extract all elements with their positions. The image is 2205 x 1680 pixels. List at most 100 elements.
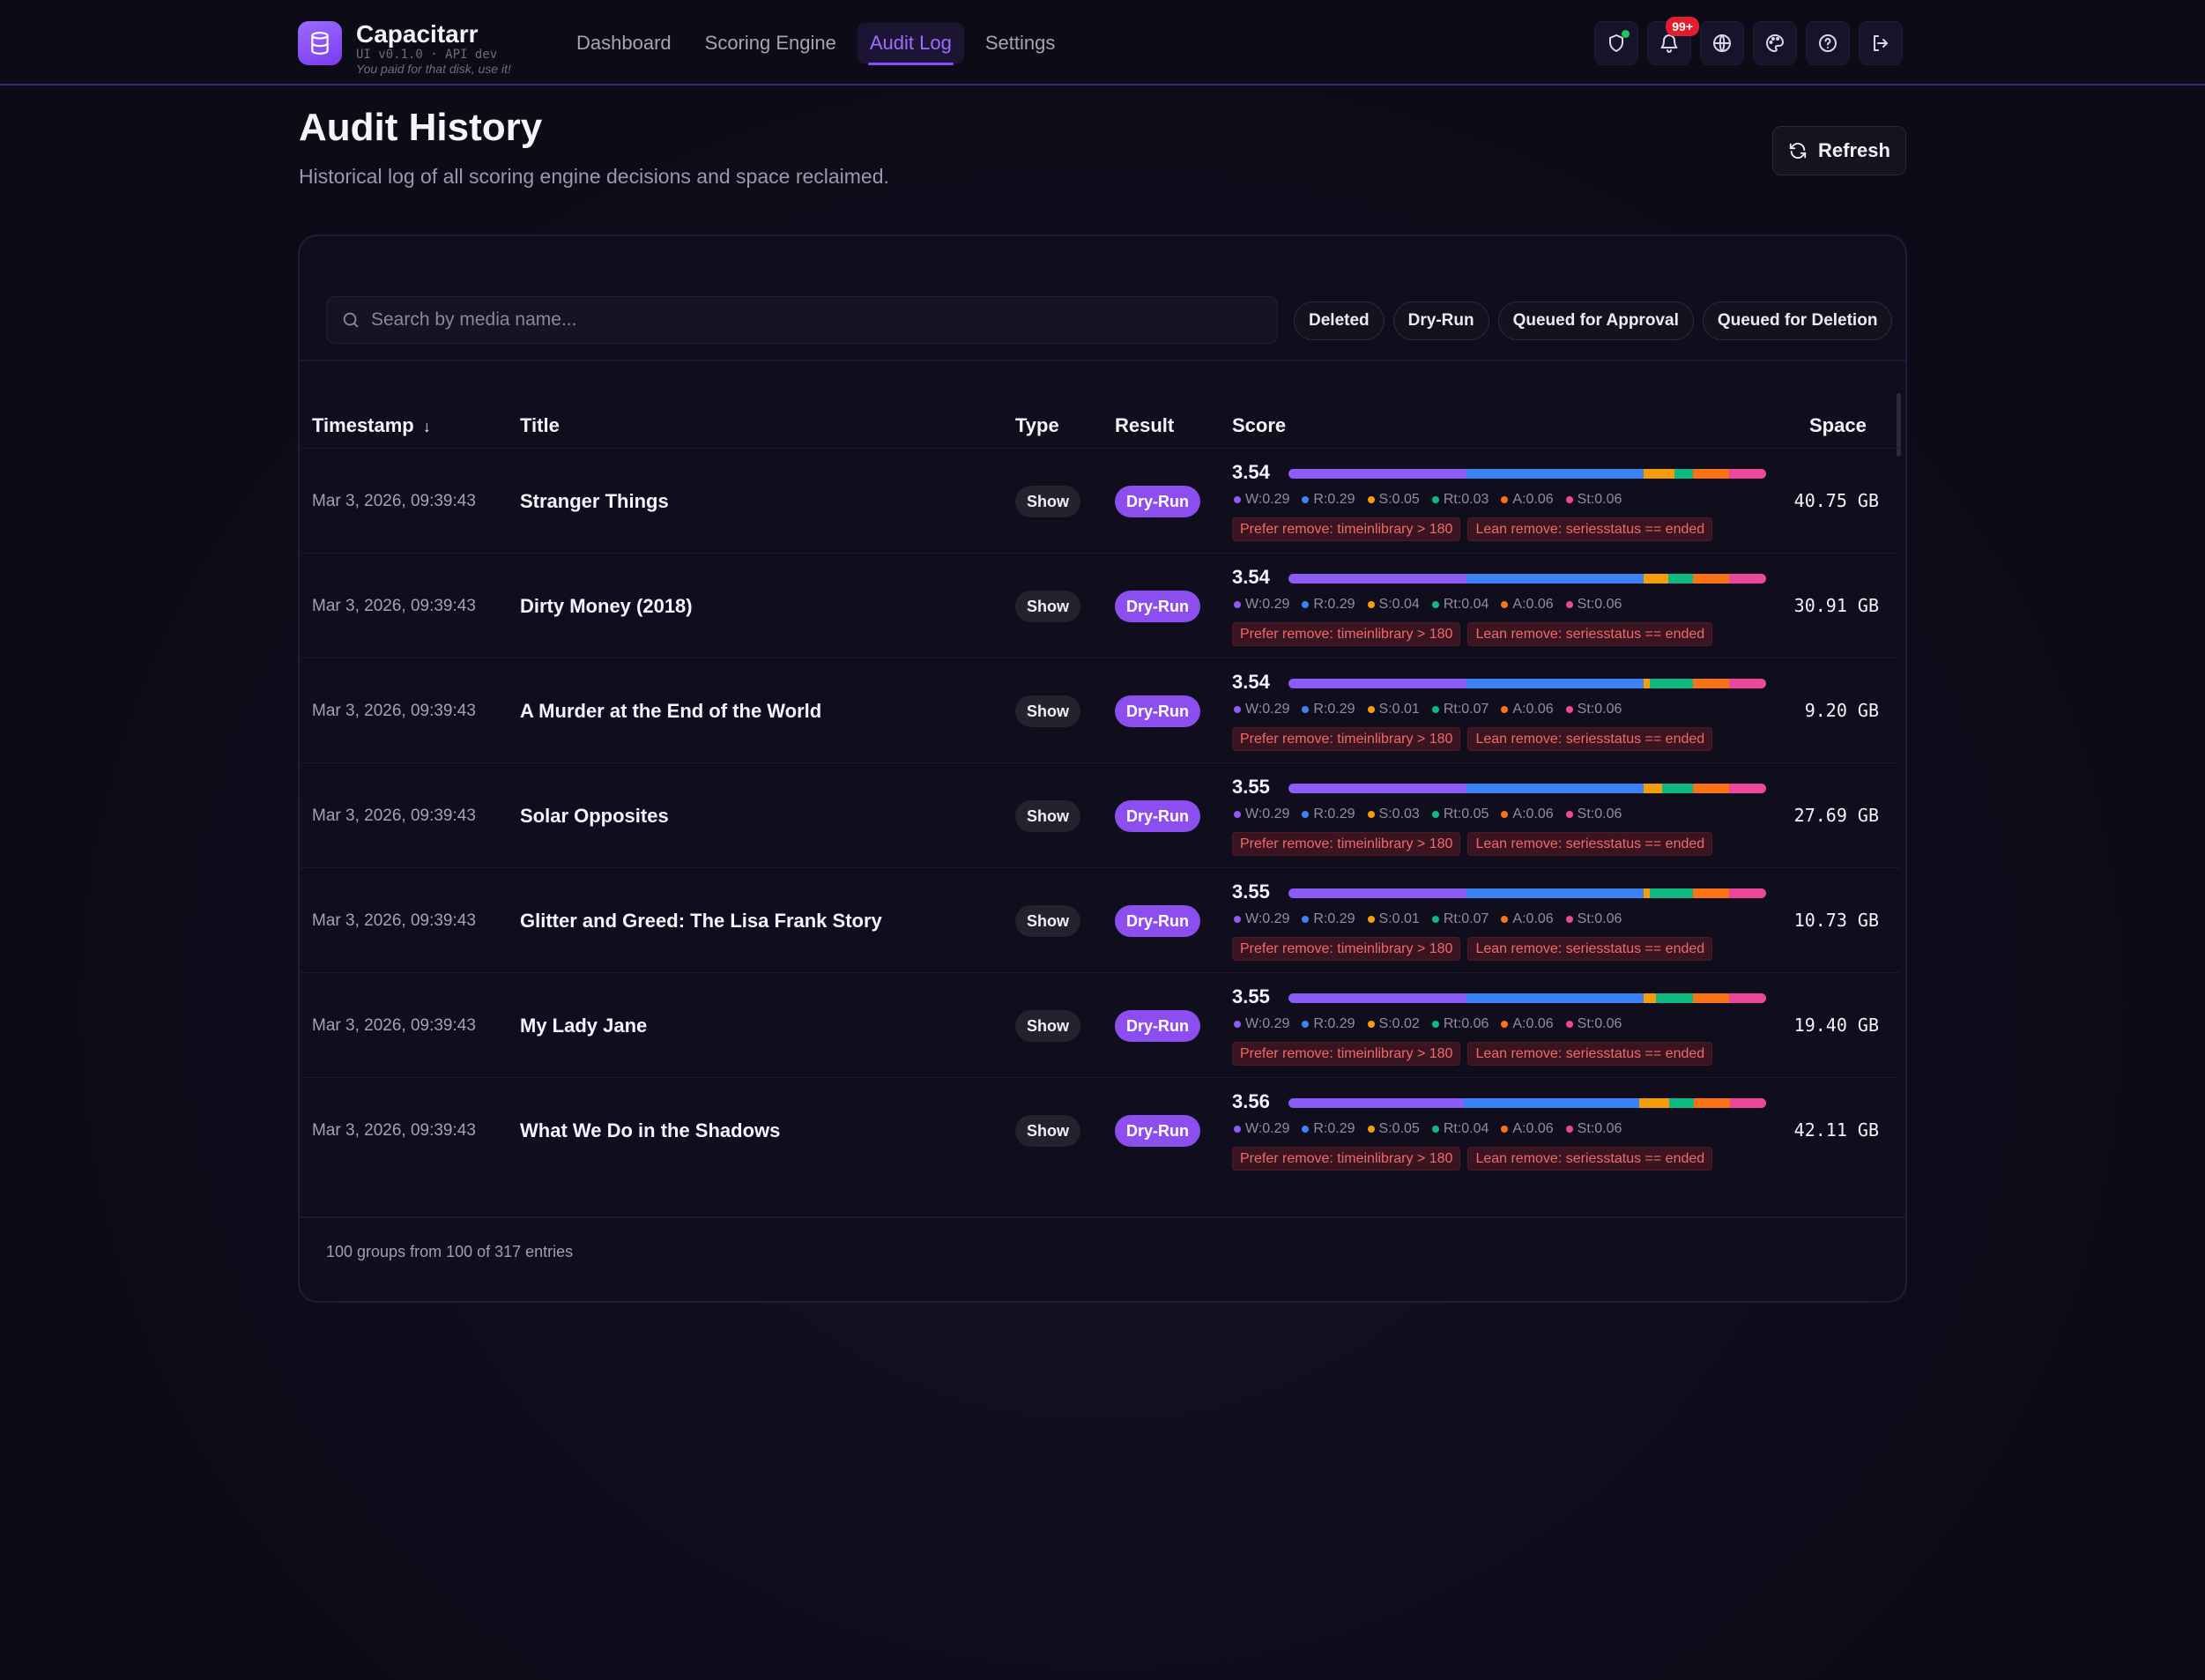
rule-reason-tag: Prefer remove: timeinlibrary > 180 [1232, 1147, 1461, 1171]
row-title: Glitter and Greed: The Lisa Frank Story [520, 910, 882, 932]
factor-dot-icon [1501, 916, 1509, 923]
type-badge: Show [1015, 695, 1080, 727]
column-title[interactable]: Title [520, 404, 560, 448]
row-space: 42.11 GB [1793, 1119, 1879, 1141]
score-factors: W:0.29 R:0.29 S:0.03 Rt:0.05 A:0.06 St:0.06 [1234, 807, 1622, 822]
row-timestamp: Mar 3, 2026, 09:39:43 [312, 492, 476, 510]
filter-queued-approval[interactable]: Queued for Approval [1497, 301, 1694, 340]
score-bar-segment [1729, 1098, 1766, 1108]
type-badge: Show [1015, 1115, 1080, 1147]
globe-icon [1713, 34, 1731, 52]
column-space[interactable]: Space [1809, 404, 1867, 448]
nav-audit-log[interactable]: Audit Log [857, 23, 964, 65]
top-nav-bar: Capacitarr UI v0.1.0 · API dev You paid … [0, 0, 2205, 85]
notification-badge: 99+ [1666, 17, 1699, 36]
factor-dot-icon [1565, 601, 1573, 608]
factor-dot-icon [1234, 1021, 1241, 1028]
table-row[interactable]: Mar 3, 2026, 09:39:43 A Murder at the End… [300, 658, 1900, 762]
score-factor: A:0.06 [1501, 911, 1554, 927]
help-button[interactable] [1806, 21, 1850, 65]
score-breakdown-bar [1288, 679, 1766, 688]
row-space: 10.73 GB [1793, 910, 1879, 931]
factor-dot-icon [1302, 706, 1310, 713]
score-bar-segment [1729, 784, 1766, 793]
factor-dot-icon [1565, 706, 1573, 713]
table-row[interactable]: Mar 3, 2026, 09:39:43 Glitter and Greed: … [300, 867, 1900, 972]
search-input[interactable] [371, 309, 1235, 331]
row-space: 19.40 GB [1793, 1015, 1879, 1036]
search-box[interactable] [326, 296, 1278, 344]
score-factors: W:0.29 R:0.29 S:0.04 Rt:0.04 A:0.06 St:0.06 [1234, 597, 1622, 613]
theme-button[interactable] [1753, 21, 1797, 65]
table-row[interactable]: Mar 3, 2026, 09:39:43 Dirty Money (2018) S… [300, 553, 1900, 658]
factor-dot-icon [1367, 496, 1375, 503]
score-value: 3.54 [1232, 566, 1270, 588]
factor-dot-icon [1565, 1126, 1573, 1133]
score-bar-segment [1692, 469, 1730, 479]
score-bar-segment [1644, 784, 1662, 793]
score-bar-segment [1674, 469, 1693, 479]
rule-reason-tag: Prefer remove: timeinlibrary > 180 [1232, 1042, 1461, 1066]
score-factors: W:0.29 R:0.29 S:0.02 Rt:0.06 A:0.06 St:0.06 [1234, 1016, 1622, 1032]
score-bar-segment [1729, 679, 1766, 688]
rule-reason-tag: Lean remove: seriesstatus == ended [1467, 937, 1713, 961]
refresh-button[interactable]: Refresh [1772, 126, 1906, 175]
type-badge: Show [1015, 905, 1080, 937]
column-result[interactable]: Result [1115, 404, 1174, 448]
notifications-button[interactable]: 99+ [1647, 17, 1699, 65]
score-factors: W:0.29 R:0.29 S:0.05 Rt:0.03 A:0.06 St:0.06 [1234, 492, 1622, 508]
nav-scoring-engine[interactable]: Scoring Engine [693, 23, 849, 63]
filter-dry-run[interactable]: Dry-Run [1392, 301, 1489, 340]
column-score[interactable]: Score [1232, 404, 1286, 448]
status-indicator [1622, 30, 1630, 38]
score-factor: R:0.29 [1302, 911, 1355, 927]
audit-table-card: Deleted Dry-Run Queued for Approval Queu… [298, 234, 1907, 1303]
factor-dot-icon [1431, 1021, 1439, 1028]
column-timestamp[interactable]: Timestamp ↓ [312, 404, 431, 449]
brand[interactable]: Capacitarr UI v0.1.0 · API dev You paid … [298, 21, 511, 76]
rule-reason-tag: Prefer remove: timeinlibrary > 180 [1232, 937, 1461, 961]
table-row[interactable]: Mar 3, 2026, 09:39:43 My Lady Jane Show Dry… [300, 972, 1900, 1077]
score-factor: S:0.04 [1367, 597, 1420, 613]
factor-dot-icon [1302, 811, 1310, 818]
column-type[interactable]: Type [1015, 404, 1059, 448]
score-factor: Rt:0.03 [1431, 492, 1489, 508]
table-row[interactable]: Mar 3, 2026, 09:39:43 Solar Opposites Show… [300, 762, 1900, 867]
score-value: 3.55 [1232, 776, 1270, 798]
filter-deleted[interactable]: Deleted [1294, 301, 1385, 340]
logout-button[interactable] [1859, 21, 1903, 65]
filter-queued-deletion[interactable]: Queued for Deletion [1702, 301, 1893, 340]
score-factor: St:0.06 [1565, 807, 1622, 822]
row-title: Solar Opposites [520, 805, 669, 827]
result-badge: Dry-Run [1115, 905, 1200, 937]
factor-dot-icon [1565, 916, 1573, 923]
table-row[interactable]: Mar 3, 2026, 09:39:43 Stranger Things Show… [300, 448, 1900, 553]
type-badge: Show [1015, 591, 1080, 622]
factor-dot-icon [1431, 496, 1439, 503]
rule-reason-tag: Lean remove: seriesstatus == ended [1467, 517, 1713, 541]
score-bar-segment [1288, 784, 1466, 793]
score-bar-segment [1288, 1098, 1464, 1108]
score-factor: S:0.01 [1367, 911, 1420, 927]
factor-dot-icon [1302, 601, 1310, 608]
score-factor: St:0.06 [1565, 1016, 1622, 1032]
result-badge: Dry-Run [1115, 800, 1200, 832]
score-bar-segment [1466, 679, 1644, 688]
factor-dot-icon [1431, 1126, 1439, 1133]
score-factor: A:0.06 [1501, 1121, 1554, 1137]
row-title: A Murder at the End of the World [520, 700, 822, 722]
shield-button[interactable] [1594, 21, 1638, 65]
row-space: 30.91 GB [1793, 595, 1879, 616]
language-button[interactable] [1700, 21, 1744, 65]
score-breakdown-bar [1288, 1098, 1766, 1108]
nav-settings[interactable]: Settings [973, 23, 1068, 63]
table-row[interactable]: Mar 3, 2026, 09:39:43 What We Do in the S… [300, 1077, 1900, 1182]
score-factor: Rt:0.07 [1431, 702, 1489, 717]
score-bar-segment [1644, 469, 1674, 479]
score-factor: A:0.06 [1501, 1016, 1554, 1032]
score-factor: R:0.29 [1302, 807, 1355, 822]
score-bar-segment [1729, 469, 1766, 479]
score-factor: R:0.29 [1302, 492, 1355, 508]
rule-reason-tag: Prefer remove: timeinlibrary > 180 [1232, 727, 1461, 751]
nav-dashboard[interactable]: Dashboard [564, 23, 684, 63]
